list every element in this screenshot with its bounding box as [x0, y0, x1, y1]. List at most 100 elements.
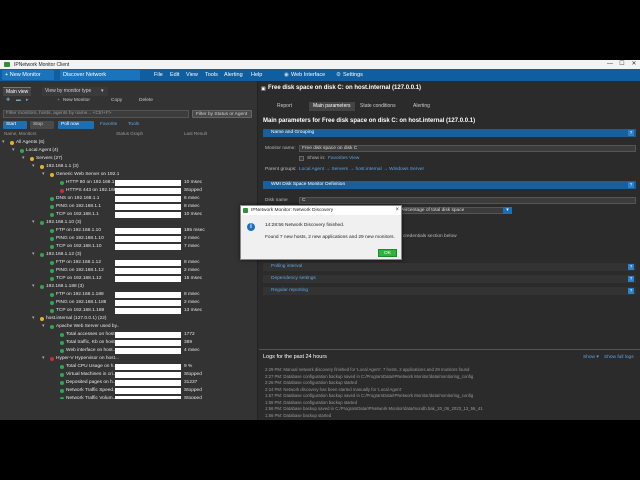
tab-dropdown-icon[interactable]: ▾: [98, 87, 107, 96]
stop-button[interactable]: Stop: [30, 121, 54, 129]
delete-button[interactable]: Delete: [136, 97, 156, 105]
tree-group-row[interactable]: ▾ host.internal (127.0.0.1) (22): [0, 315, 258, 323]
poll-now-button[interactable]: Poll now: [58, 121, 94, 129]
monitor-row[interactable]: PING on 192.168.1.1 8 msec: [0, 203, 258, 211]
favorite-button[interactable]: Favorite: [97, 121, 120, 129]
help-icon[interactable]: ?: [628, 130, 634, 136]
section-name-and-grouping[interactable]: Name and Grouping ?: [263, 129, 636, 137]
tree-group-row[interactable]: ▾ Hyper-V Hypervisor on host...: [0, 355, 258, 363]
expand-toggle-icon[interactable]: ▾: [32, 164, 37, 169]
tree-group-row[interactable]: ▾ 192.168.1.10 (3): [0, 219, 258, 227]
expand-toggle-icon[interactable]: ▾: [12, 148, 17, 153]
filter-status-button[interactable]: Filter by Status or Agent: [192, 110, 252, 118]
section-wmi-definition[interactable]: WMI Disk Space Monitor Definition ?: [263, 181, 636, 189]
column-header-status-graph[interactable]: Status Graph: [116, 130, 143, 137]
tree-group-row[interactable]: ▾ Servers (27): [0, 155, 258, 163]
monitor-row[interactable]: TCP on 192.168.1.1 10 msec: [0, 211, 258, 219]
expand-toggle-icon[interactable]: ▾: [42, 324, 47, 329]
monitor-row[interactable]: FTP on 192.168.1.12 8 msec: [0, 259, 258, 267]
tree-group-row[interactable]: ▾ 192.168.1.12 (3): [0, 251, 258, 259]
tab-alerting[interactable]: Alerting: [409, 102, 434, 111]
monitor-row[interactable]: Network Traffic Volum... Stopped: [0, 395, 258, 399]
monitor-row[interactable]: DNS on 192.168.1.1 6 msec: [0, 195, 258, 203]
expand-toggle-icon[interactable]: ▾: [42, 172, 47, 177]
monitor-row[interactable]: HTTPS 443 on 192.168.1.1 Stopped: [0, 187, 258, 195]
tab-report[interactable]: Report: [273, 102, 296, 111]
tab-main-view[interactable]: Main view: [3, 87, 32, 96]
settings-link[interactable]: Settings: [343, 70, 363, 80]
dialog-close-icon[interactable]: ×: [395, 206, 399, 215]
discover-network-button[interactable]: Discover Network: [60, 70, 140, 80]
monitor-row[interactable]: TCP on 192.168.1.188 13 msec: [0, 307, 258, 315]
logs-show-dropdown[interactable]: Show ▾: [583, 355, 599, 360]
monitor-row[interactable]: TCP on 192.168.1.12 15 msec: [0, 275, 258, 283]
filter-input[interactable]: Filter monitors, hosts, agents by name..…: [3, 110, 189, 118]
expand-toggle-icon[interactable]: ▾: [32, 220, 37, 225]
menu-edit[interactable]: Edit: [170, 70, 179, 80]
monitor-row[interactable]: Total accesses on host... 1772: [0, 331, 258, 339]
monitor-row[interactable]: PING on 192.168.1.188 2 msec: [0, 299, 258, 307]
monitor-row[interactable]: Network Traffic Speed... Stopped: [0, 387, 258, 395]
expand-toggle-icon[interactable]: ▾: [32, 284, 37, 289]
menu-alerting[interactable]: Alerting: [224, 70, 243, 80]
expand-toggle-icon[interactable]: ▾: [42, 356, 47, 361]
new-monitor-button[interactable]: + New Monitor: [2, 70, 54, 80]
web-interface-link[interactable]: Web Interface: [291, 70, 325, 80]
maximize-button[interactable]: ☐: [616, 61, 628, 68]
monitor-row[interactable]: HTTP 80 on 192.168.1.1 10 msec: [0, 179, 258, 187]
monitor-row[interactable]: FTP on 192.168.1.188 8 msec: [0, 291, 258, 299]
threshold-type-select[interactable]: Percentage of total disk space: [397, 207, 512, 214]
help-icon[interactable]: ?: [628, 288, 634, 294]
monitor-row[interactable]: PING on 192.168.1.12 2 msec: [0, 267, 258, 275]
section-regular-reporting[interactable]: Regular reporting ?: [263, 287, 636, 295]
ok-button[interactable]: OK: [378, 249, 397, 257]
help-icon[interactable]: ?: [628, 182, 634, 188]
show-full-logs-link[interactable]: Show full logs: [604, 355, 634, 360]
menu-tools[interactable]: Tools: [205, 70, 218, 80]
minimize-button[interactable]: —: [604, 61, 616, 68]
start-button[interactable]: Start: [3, 121, 27, 129]
close-button[interactable]: ✕: [628, 61, 640, 68]
disk-name-input[interactable]: C: [299, 197, 636, 204]
monitor-row[interactable]: Total traffic, Kb on host... 389: [0, 339, 258, 347]
monitor-row[interactable]: Virtual Machines in cri... Stopped: [0, 371, 258, 379]
tools-menu-button[interactable]: Tools: [125, 121, 142, 129]
tree-group-row[interactable]: ▾ Generic Web Server on 192.168.1.1: [0, 171, 258, 179]
tree-group-row[interactable]: ▾ 192.168.1.188 (3): [0, 283, 258, 291]
expand-toggle-icon[interactable]: ▾: [22, 156, 27, 161]
monitor-name-input[interactable]: Free disk space on disk C: [299, 145, 636, 152]
menu-view[interactable]: View: [186, 70, 198, 80]
help-icon[interactable]: ?: [628, 264, 634, 270]
copy-button[interactable]: Copy: [108, 97, 125, 105]
show-in-favorites-checkbox[interactable]: [299, 156, 304, 161]
arrow-icon[interactable]: ▸: [23, 97, 31, 105]
section-polling-interval[interactable]: Polling interval ?: [263, 263, 636, 271]
monitor-row[interactable]: PING on 192.168.1.10 2 msec: [0, 235, 258, 243]
tree-group-row[interactable]: ▾ 192.168.1.1 (3): [0, 163, 258, 171]
new-monitor-tool-button[interactable]: New Monitor: [60, 97, 93, 105]
parent-groups-breadcrumb[interactable]: Local Agent → Servers → host.internal → …: [299, 167, 424, 172]
expand-icon[interactable]: ✚: [3, 97, 13, 105]
tree-group-row[interactable]: ▾ Apache Web Server used by...: [0, 323, 258, 331]
favorites-view-link[interactable]: Favorites View: [328, 156, 359, 161]
chevron-down-icon[interactable]: ▾: [503, 207, 512, 214]
menu-file[interactable]: File: [154, 70, 163, 80]
help-icon[interactable]: ?: [628, 276, 634, 282]
column-header-last-result[interactable]: Last Result: [184, 130, 207, 137]
expand-toggle-icon[interactable]: ▾: [2, 140, 7, 145]
monitor-row[interactable]: Web interface on host... 4 msec: [0, 347, 258, 355]
tab-state-conditions[interactable]: State conditions: [356, 102, 400, 111]
monitor-row[interactable]: FTP on 192.168.1.10 185 msec: [0, 227, 258, 235]
last-result-value: 15 msec: [184, 276, 203, 281]
column-header-name[interactable]: Name, Monitors: [4, 130, 36, 137]
tree-group-row[interactable]: ▾ All Agents (6): [0, 139, 258, 147]
menu-help[interactable]: Help: [251, 70, 262, 80]
expand-toggle-icon[interactable]: ▾: [32, 252, 37, 257]
monitor-row[interactable]: Deposited pages on h... 31237: [0, 379, 258, 387]
tree-group-row[interactable]: ▾ Local Agent (4): [0, 147, 258, 155]
monitor-row[interactable]: Total CPU Usage on h... 9 %: [0, 363, 258, 371]
expand-toggle-icon[interactable]: ▾: [32, 316, 37, 321]
section-dependency-settings[interactable]: Dependency settings ?: [263, 275, 636, 283]
tab-main-parameters[interactable]: Main parameters: [309, 102, 355, 111]
monitor-row[interactable]: TCP on 192.168.1.10 7 msec: [0, 243, 258, 251]
